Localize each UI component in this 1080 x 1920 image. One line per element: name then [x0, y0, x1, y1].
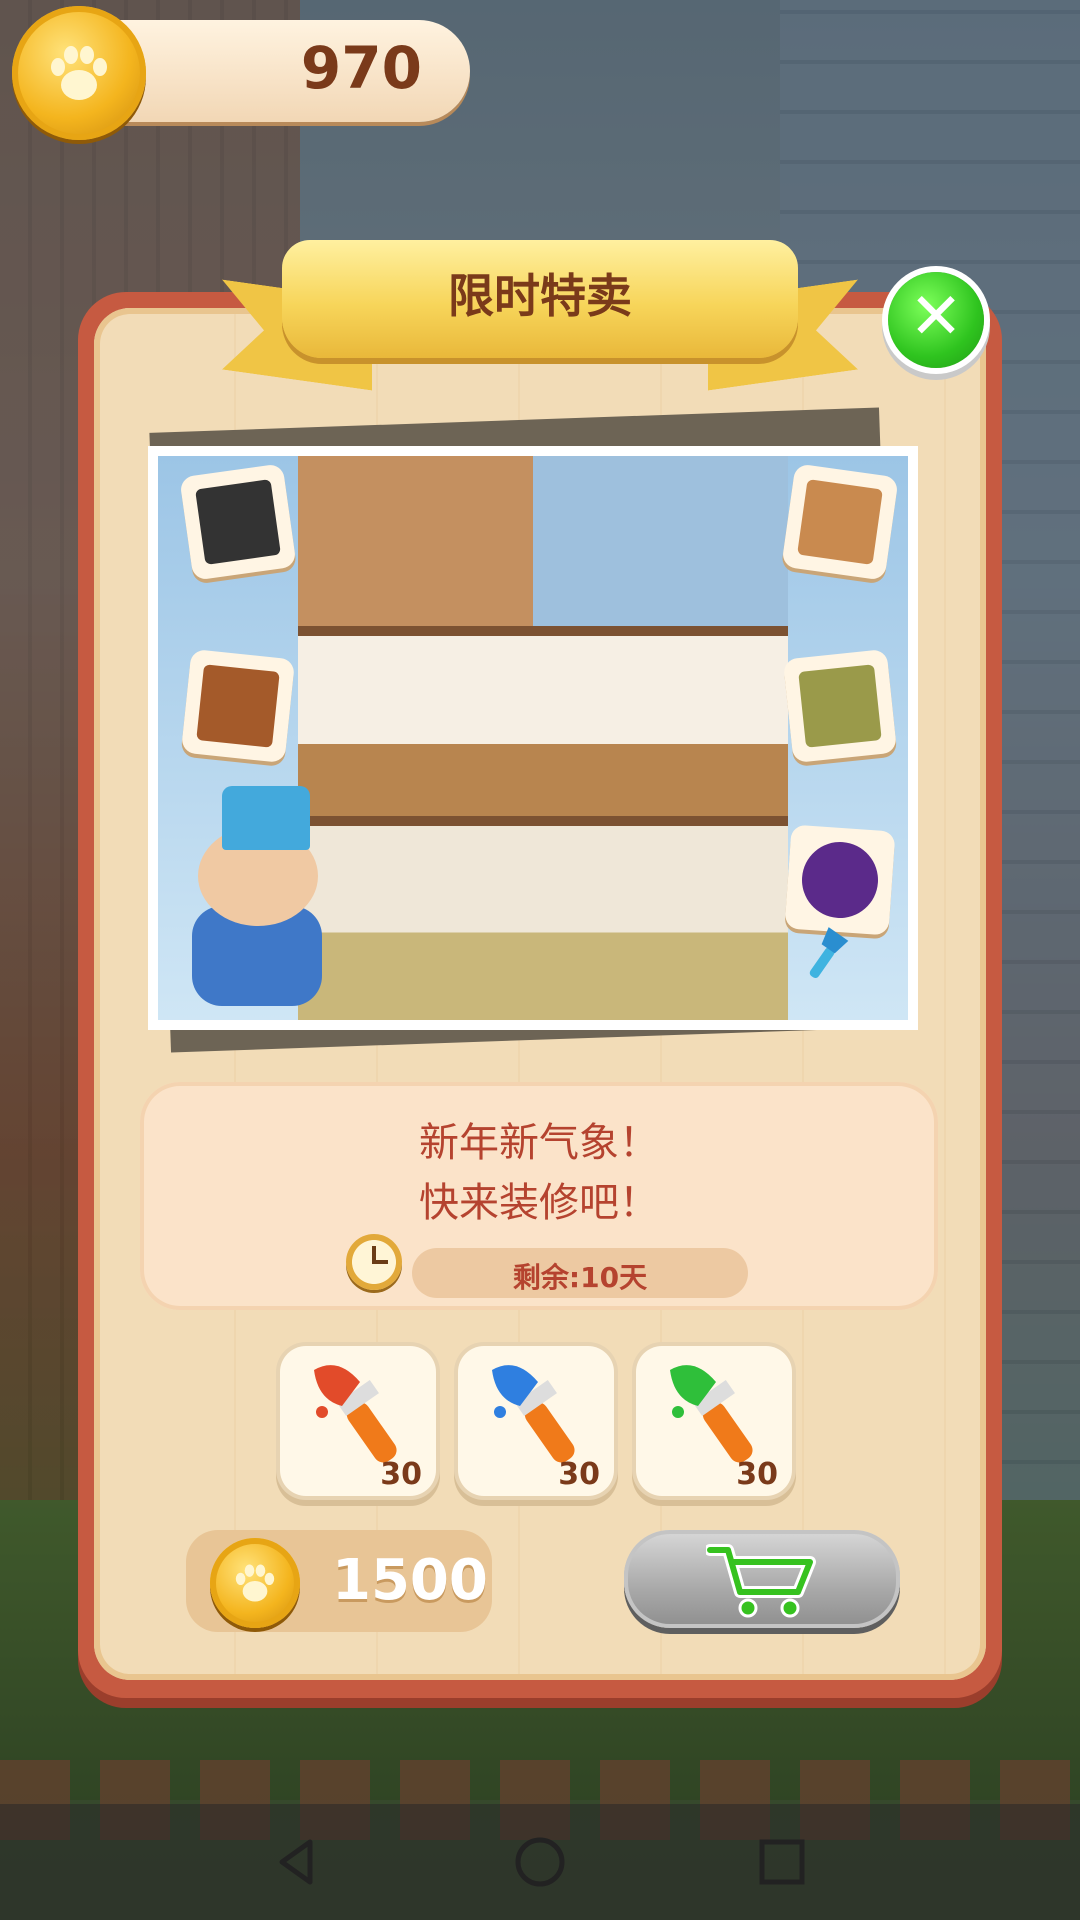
message-line-1: 新年新气象！ — [419, 1120, 659, 1166]
screen-door-sticker-icon — [781, 463, 899, 581]
offer-message-box: 新年新气象！ 快来装修吧！ 剩余:10天 — [140, 1082, 938, 1310]
dog-character — [168, 786, 338, 1016]
room-floor-top — [298, 456, 788, 636]
recents-icon[interactable] — [754, 1834, 810, 1890]
dialog-title: 限时特卖 — [448, 269, 632, 323]
item-count: 30 — [380, 1457, 422, 1492]
red-paintbrush-icon — [314, 1365, 397, 1463]
message-line-2: 快来装修吧！ — [419, 1180, 659, 1226]
price-display: 1500 — [186, 1530, 492, 1632]
room-preview-scene — [158, 456, 908, 1020]
close-icon: ✕ — [909, 280, 963, 354]
room-preview-image — [148, 446, 918, 1030]
green-paintbrush-icon — [670, 1365, 753, 1463]
time-remaining-badge: 剩余:10天 — [412, 1248, 748, 1298]
coin-counter-value: 970 — [300, 34, 422, 102]
time-remaining-text: 剩余:10天 — [512, 1261, 648, 1294]
paintbrush-icon — [809, 927, 849, 979]
shrine-sticker-icon — [180, 648, 296, 764]
tatami-door-sticker-icon — [782, 648, 898, 764]
clock-icon — [346, 1234, 402, 1290]
reward-item-green-brush: 30 — [636, 1346, 792, 1496]
item-count: 30 — [736, 1457, 778, 1492]
ninja-poster-sticker-icon — [179, 463, 297, 581]
reward-item-blue-brush: 30 — [458, 1346, 614, 1496]
lucky-bag-sticker-icon — [784, 824, 896, 936]
paw-coin-icon — [210, 1538, 300, 1628]
buy-button[interactable] — [624, 1530, 900, 1628]
room-floor-bottom — [298, 826, 788, 1020]
home-icon[interactable] — [512, 1834, 568, 1890]
cart-icon — [706, 1544, 816, 1618]
blue-paintbrush-icon — [492, 1365, 575, 1463]
reward-item-red-brush: 30 — [280, 1346, 436, 1496]
back-icon[interactable] — [270, 1834, 326, 1890]
paw-coin-icon — [12, 6, 146, 140]
price-value: 1500 — [332, 1548, 488, 1613]
system-navigation-bar — [0, 1804, 1080, 1920]
item-count: 30 — [558, 1457, 600, 1492]
close-button[interactable]: ✕ — [888, 272, 984, 368]
japanese-room-illustration — [298, 456, 788, 1020]
title-ribbon: 限时特卖 — [282, 240, 798, 358]
room-floor-middle — [298, 636, 788, 826]
